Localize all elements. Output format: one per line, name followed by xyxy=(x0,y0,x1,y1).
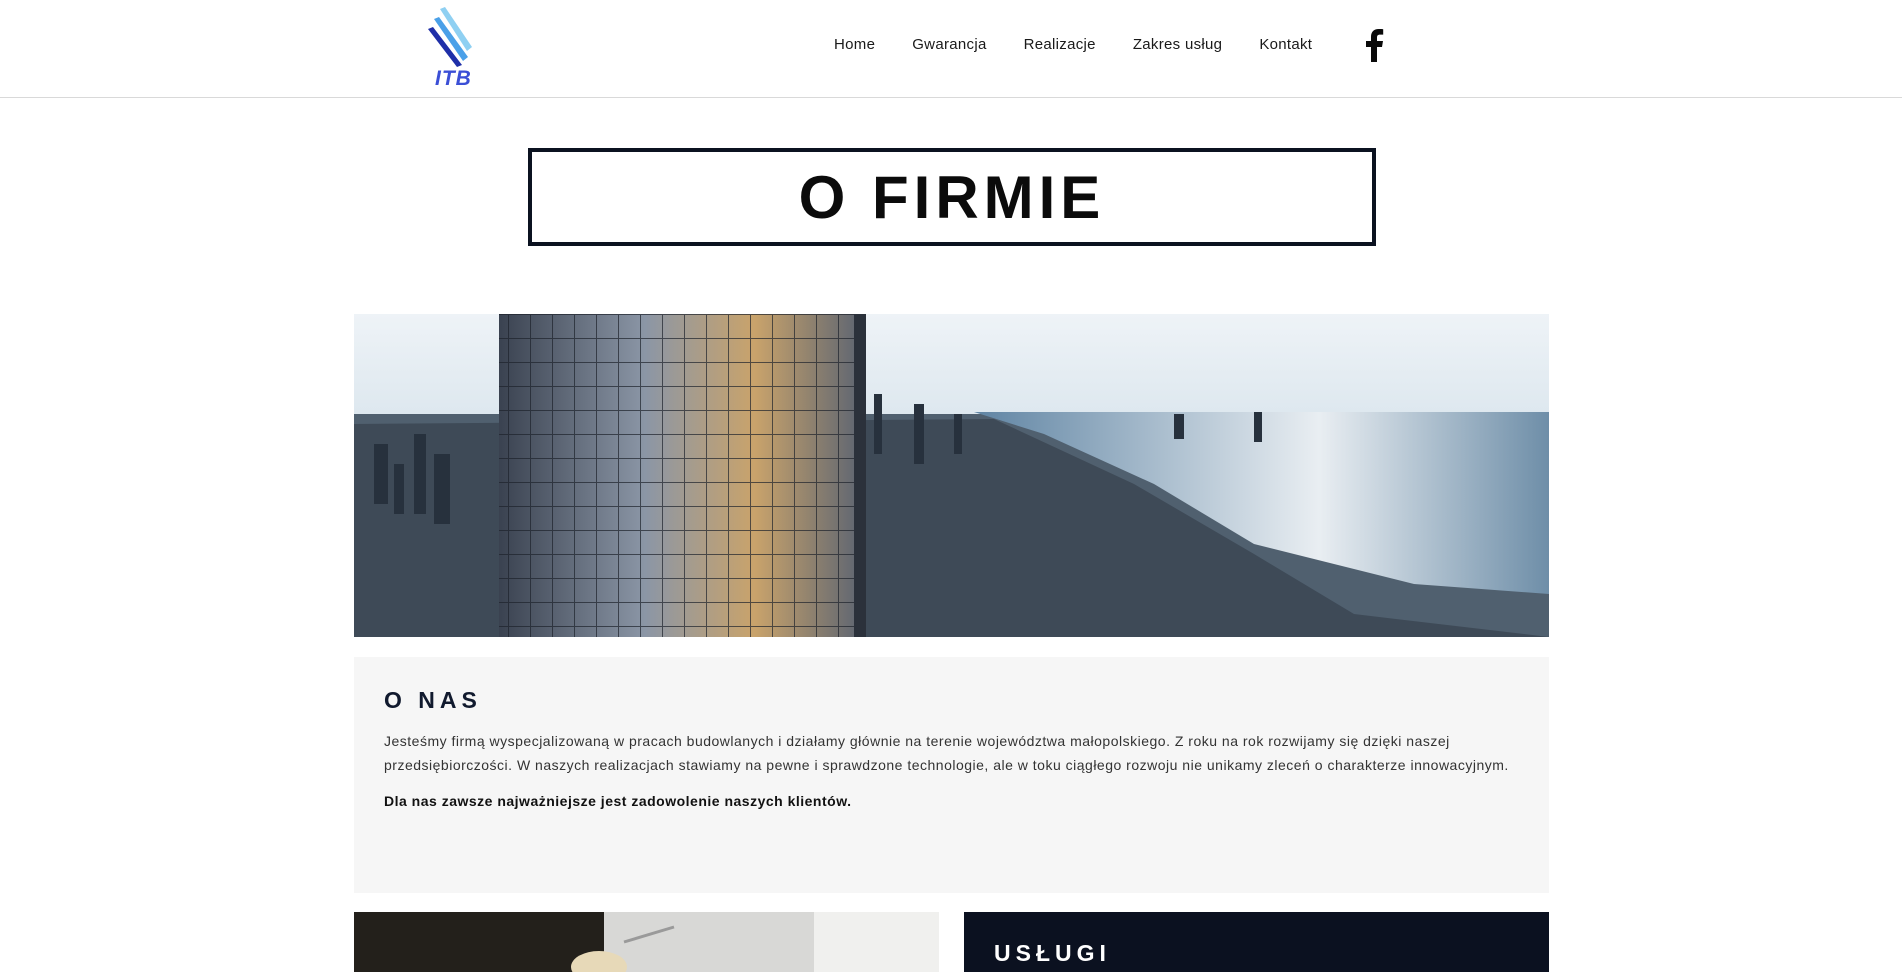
about-heading: O NAS xyxy=(384,687,482,713)
nav-realizacje[interactable]: Realizacje xyxy=(1024,36,1096,53)
facebook-icon[interactable] xyxy=(1363,28,1385,62)
page-title-box: O FIRMIE xyxy=(528,148,1376,246)
about-paragraph: Jesteśmy firmą wyspecjalizowaną w pracac… xyxy=(384,733,1509,773)
site-header: ITB Home Gwarancja Realizacje Zakres usł… xyxy=(0,0,1902,98)
nav-home[interactable]: Home xyxy=(834,36,875,53)
about-highlight: Dla nas zawsze najważniejsze jest zadowo… xyxy=(384,793,852,809)
page-title: O FIRMIE xyxy=(798,163,1106,231)
services-heading: USŁUGI xyxy=(994,940,1111,966)
about-section: O NAS Jesteśmy firmą wyspecjalizowaną w … xyxy=(354,657,1549,893)
hero-image-city-skyline xyxy=(354,314,1549,637)
nav-gwarancja[interactable]: Gwarancja xyxy=(912,36,986,53)
services-card: USŁUGI xyxy=(964,912,1549,972)
itb-logo[interactable]: ITB xyxy=(428,7,478,90)
logo-mark-icon xyxy=(428,7,472,67)
nav-kontakt[interactable]: Kontakt xyxy=(1259,36,1312,53)
main-nav: Home Gwarancja Realizacje Zakres usług K… xyxy=(834,36,1349,53)
logo-text: ITB xyxy=(435,67,472,90)
interior-image xyxy=(354,912,939,972)
nav-zakres-uslug[interactable]: Zakres usług xyxy=(1133,36,1222,53)
